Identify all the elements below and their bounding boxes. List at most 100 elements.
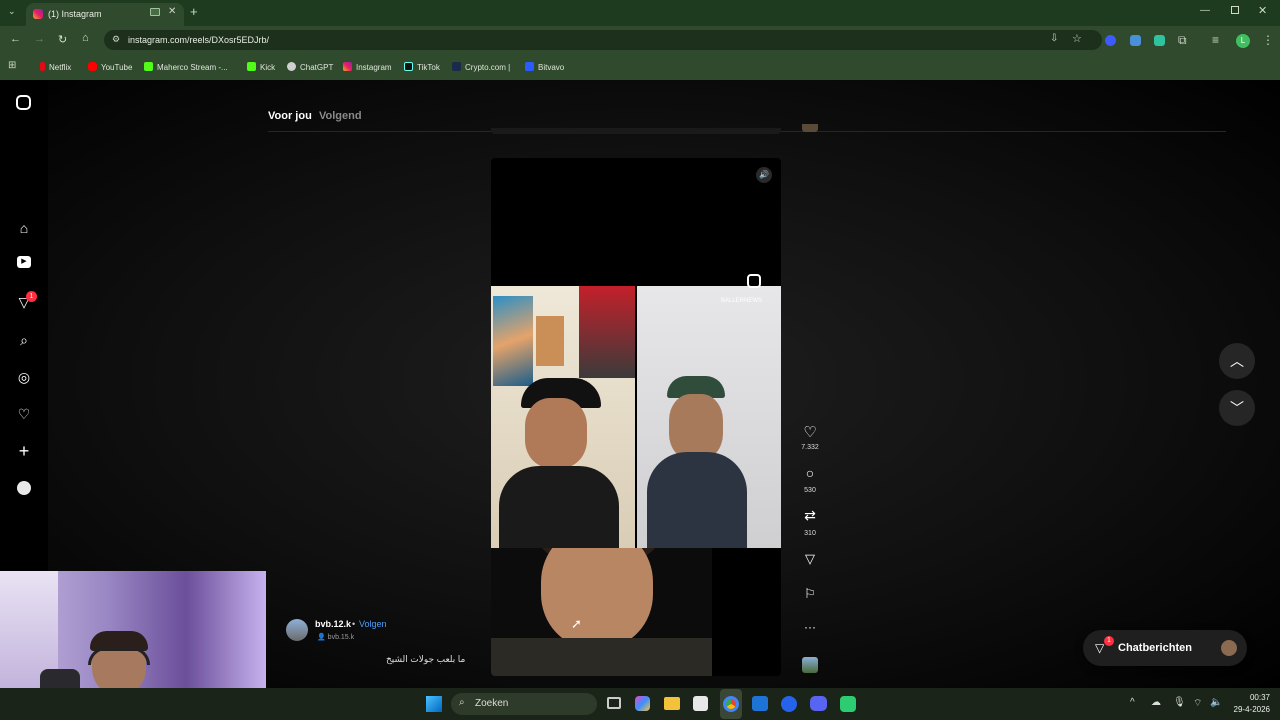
wall-poster xyxy=(579,286,635,378)
create-nav-icon[interactable]: + xyxy=(15,442,33,460)
comment-icon[interactable]: ○ xyxy=(795,465,825,481)
copilot-icon[interactable] xyxy=(635,696,650,711)
tab-close-icon[interactable]: ✕ xyxy=(168,6,176,17)
reload-icon[interactable]: ↻ xyxy=(58,33,67,46)
clock-date[interactable]: 29-4-2026 xyxy=(1226,705,1270,714)
home-icon[interactable]: ⌂ xyxy=(82,32,89,44)
bookmark-crypto[interactable]: Crypto.com | xyxy=(452,62,510,72)
extension-icon[interactable] xyxy=(1105,35,1116,46)
bookmark-bitvavo[interactable]: Bitvavo xyxy=(525,62,564,72)
video-panel-right: BALLERNEWS xyxy=(637,286,781,548)
repost-icon[interactable]: ⇄ xyxy=(795,507,825,524)
profile-avatar[interactable]: L xyxy=(1236,34,1250,48)
audio-thumbnail[interactable] xyxy=(802,657,818,673)
search-nav-icon[interactable]: ⌕ xyxy=(15,331,33,349)
close-window-icon[interactable]: ✕ xyxy=(1258,4,1267,17)
minimize-icon[interactable]: — xyxy=(1200,5,1210,16)
next-reel-icon[interactable]: ﹀ xyxy=(1219,390,1255,426)
microphone-icon[interactable]: 🎙 xyxy=(1173,697,1186,708)
start-menu-icon[interactable] xyxy=(426,696,442,712)
browser-tab[interactable]: (1) Instagram ✕ xyxy=(26,3,184,26)
instagram-logo-icon[interactable] xyxy=(16,95,31,110)
more-options-icon[interactable]: ··· xyxy=(795,620,825,634)
discord-icon[interactable] xyxy=(810,696,827,711)
apps-grid-icon[interactable]: ⊞ xyxy=(8,60,16,71)
bookmark-maherco[interactable]: Maherco Stream -... xyxy=(144,62,228,72)
file-explorer-icon[interactable] xyxy=(664,697,680,710)
bookmark-netflix[interactable]: Netflix xyxy=(40,62,71,72)
extension-2-icon[interactable] xyxy=(1130,35,1141,46)
chatgpt-icon xyxy=(287,62,296,71)
tab-media-icon xyxy=(150,8,160,16)
volume-icon[interactable]: 🔈 xyxy=(1210,697,1222,708)
bookmark-chatgpt[interactable]: ChatGPT xyxy=(287,62,333,72)
instagram-overlay-icon xyxy=(747,274,761,288)
media-controls-icon[interactable]: ≡ xyxy=(1212,33,1219,47)
profile-nav-avatar[interactable] xyxy=(17,481,31,495)
save-icon[interactable]: ⚐ xyxy=(795,586,825,602)
extension-3-icon[interactable] xyxy=(1154,35,1165,46)
tab-title: (1) Instagram xyxy=(48,9,102,19)
maximize-icon[interactable] xyxy=(1231,6,1239,14)
outlook-icon[interactable] xyxy=(752,696,768,711)
bookmark-youtube[interactable]: YouTube xyxy=(88,62,132,72)
taskbar-search[interactable]: ⌕ Zoeken xyxy=(451,693,597,715)
wall-poster xyxy=(493,296,533,386)
reel-caption: ما بلعب جولات الشيخ xyxy=(386,654,466,664)
previous-reel-edge[interactable] xyxy=(491,128,781,134)
bookmark-instagram[interactable]: Instagram xyxy=(343,62,392,72)
new-tab-icon[interactable]: + xyxy=(190,4,198,19)
bookmark-kick[interactable]: Kick xyxy=(247,62,275,72)
person-face xyxy=(525,398,587,468)
share-icon[interactable]: ▽ xyxy=(795,551,825,567)
author-avatar[interactable] xyxy=(286,619,308,641)
chrome-icon xyxy=(723,696,739,712)
instagram-favicon-icon xyxy=(33,9,43,19)
previous-audio-thumbnail[interactable] xyxy=(802,124,818,132)
chat-messages-button[interactable]: ▽ 1 Chatberichten xyxy=(1083,630,1247,666)
home-nav-icon[interactable]: ⌂ xyxy=(15,219,33,237)
author-username[interactable]: bvb.12.k xyxy=(315,619,351,629)
like-icon[interactable]: ♡ xyxy=(795,423,825,441)
bitvavo-icon xyxy=(525,62,534,71)
extensions-puzzle-icon[interactable]: ⧉ xyxy=(1178,33,1187,48)
cloud-icon[interactable]: ☁ xyxy=(1151,697,1161,708)
site-info-icon[interactable]: ⚙ xyxy=(112,34,120,45)
tray-chevron-icon[interactable]: ^ xyxy=(1130,697,1135,708)
sound-icon[interactable]: 🔊 xyxy=(756,167,772,183)
chrome-menu-icon[interactable]: ⋮ xyxy=(1262,33,1274,47)
forward-icon[interactable]: → xyxy=(34,33,45,45)
kick-icon xyxy=(144,62,153,71)
explore-nav-icon[interactable]: ◎ xyxy=(15,368,33,386)
back-icon[interactable]: ← xyxy=(10,33,21,45)
store-icon[interactable] xyxy=(693,696,708,711)
reel-video[interactable]: 🔊 BALLERNEWS ➚ xyxy=(491,158,781,676)
windows-taskbar: ⌕ Zoeken ^ ☁ 🎙 ⌔ 🔈 00:37 29-4-2026 xyxy=(0,688,1280,720)
bookmarks-bar: ⊞ Netflix YouTube Maherco Stream -... Ki… xyxy=(0,54,1280,80)
bookmark-tiktok[interactable]: TikTok xyxy=(404,62,440,72)
person-face xyxy=(541,548,653,648)
follow-button[interactable]: Volgen xyxy=(359,619,387,629)
address-bar[interactable]: ⚙ instagram.com/reels/DXosr5EDJrb/ ⇩ ☆ xyxy=(104,30,1102,50)
user-small-icon: 👤 xyxy=(317,634,328,641)
tab-search-icon[interactable]: ⌄ xyxy=(8,6,16,17)
person-torso xyxy=(499,466,619,548)
url-text: instagram.com/reels/DXosr5EDJrb/ xyxy=(128,35,270,45)
video-panel-left xyxy=(491,286,635,548)
messages-icon: ▽ xyxy=(1095,641,1105,655)
bookmark-star-icon[interactable]: ☆ xyxy=(1072,32,1082,45)
task-view-icon[interactable] xyxy=(607,697,621,709)
notifications-nav-icon[interactable]: ♡ xyxy=(15,405,33,423)
install-app-icon[interactable]: ⇩ xyxy=(1050,33,1058,44)
chat-badge: 1 xyxy=(1104,636,1114,646)
app-icon[interactable] xyxy=(781,696,797,712)
clock-time[interactable]: 00:37 xyxy=(1226,693,1270,702)
previous-reel-icon[interactable]: ︿ xyxy=(1219,343,1255,379)
app-green-icon[interactable] xyxy=(840,696,856,712)
author-separator: • xyxy=(352,619,356,629)
wifi-icon[interactable]: ⌔ xyxy=(1193,697,1202,710)
reels-nav-icon[interactable]: ▶ xyxy=(17,256,31,268)
person-torso xyxy=(647,452,747,548)
tab-volgend[interactable]: Volgend xyxy=(319,110,362,122)
tab-voor-jou[interactable]: Voor jou xyxy=(268,110,312,122)
